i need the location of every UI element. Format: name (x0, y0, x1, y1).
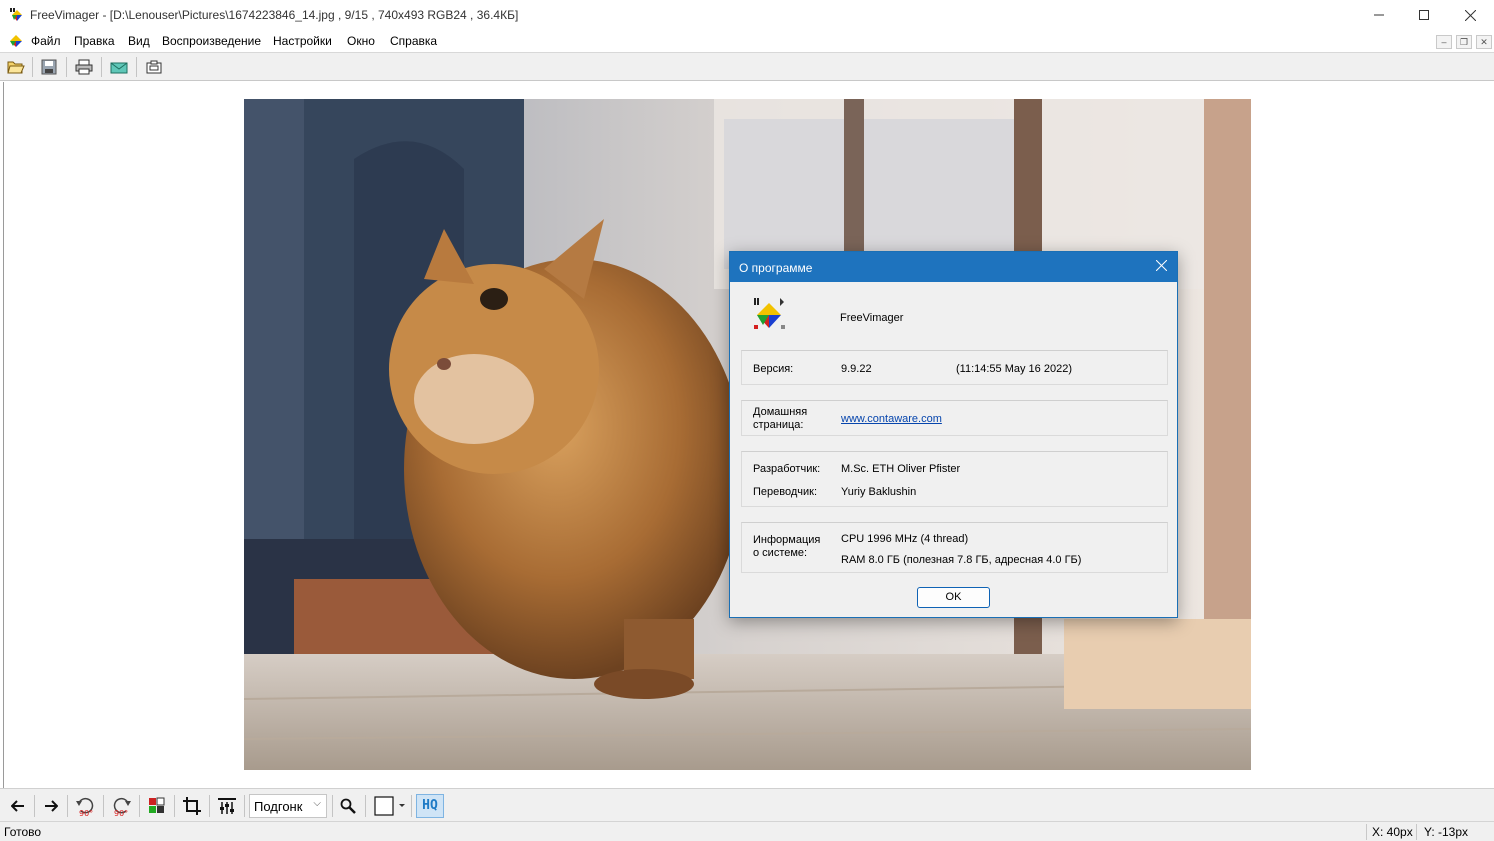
homepage-link[interactable]: www.contaware.com (841, 413, 942, 425)
menu-window[interactable]: Окно (347, 34, 375, 48)
menu-bar: Файл Правка Вид Воспроизведение Настройк… (0, 30, 1494, 52)
zoom-value: Подгонк (254, 799, 303, 814)
dialog-close-button[interactable] (1149, 255, 1173, 279)
rotate-right-button[interactable]: 90° (109, 794, 133, 818)
rotate-right-label: 90° (114, 809, 128, 817)
arrow-right-icon (45, 800, 58, 812)
mdi-minimize-button[interactable]: – (1436, 35, 1452, 49)
title-bar: FreeVimager - [D:\Lenouser\Pictures\1674… (0, 0, 1494, 30)
rotate-right-icon: 90° (113, 797, 131, 817)
arrow-left-icon (11, 800, 24, 812)
zoom-select[interactable]: Подгонк ⌵ (249, 794, 327, 818)
app-name: FreeVimager (840, 312, 904, 324)
version-box: Версия: 9.9.22 (11:14:55 May 16 2022) (741, 350, 1168, 385)
adjust-button[interactable] (215, 794, 239, 818)
screenshot-icon (146, 60, 162, 74)
main-toolbar (0, 52, 1494, 81)
credits-box: Разработчик: M.Sc. ETH Oliver Pfister Пе… (741, 451, 1168, 507)
dialog-title: О программе (739, 261, 813, 275)
crop-icon (183, 797, 201, 815)
close-icon (1155, 259, 1167, 272)
next-button[interactable] (39, 794, 63, 818)
menu-playback[interactable]: Воспроизведение (162, 34, 261, 48)
background-color-button[interactable] (372, 794, 408, 818)
version-label: Версия: (753, 363, 794, 375)
mdi-restore-button[interactable]: ❐ (1456, 35, 1472, 49)
app-logo-icon (10, 8, 22, 21)
save-button[interactable] (37, 56, 61, 78)
homepage-label: Домашняя страница: (753, 406, 808, 431)
homepage-box: Домашняя страница: www.contaware.com (741, 400, 1168, 436)
document-icon[interactable] (8, 33, 24, 49)
cursor-y: Y: -13px (1424, 825, 1469, 839)
crop-button[interactable] (180, 794, 204, 818)
menu-settings[interactable]: Настройки (273, 34, 332, 48)
chevron-down-icon: ⌵ (313, 798, 321, 809)
mdi-close-button[interactable]: ✕ (1476, 35, 1492, 49)
close-icon (1464, 9, 1476, 21)
rotate-left-button[interactable]: 90° (74, 794, 98, 818)
maximize-button[interactable] (1401, 0, 1447, 30)
sliders-icon (218, 798, 236, 814)
status-text: Готово (4, 825, 42, 839)
zoom-button[interactable] (336, 794, 360, 818)
developer-value: M.Sc. ETH Oliver Pfister (841, 463, 961, 475)
bottom-toolbar: 90° 90° Подгонк ⌵ HQ (0, 788, 1494, 821)
minimize-button[interactable] (1356, 0, 1402, 30)
minimize-icon (1374, 14, 1384, 16)
app-logo-icon (754, 298, 785, 329)
about-dialog: О программе FreeVimager Версия: 9.9.22 (… (729, 251, 1178, 618)
developer-label: Разработчик: (753, 463, 821, 475)
square-color-icon (374, 796, 405, 816)
email-button[interactable] (107, 56, 131, 78)
hq-toggle-button[interactable]: HQ (416, 794, 444, 818)
menu-edit[interactable]: Правка (74, 34, 115, 48)
cursor-x: X: 40px (1372, 825, 1413, 839)
save-icon (41, 59, 57, 75)
open-icon (7, 61, 25, 74)
cpu-info: CPU 1996 MHz (4 thread) (841, 533, 969, 545)
open-button[interactable] (4, 56, 28, 78)
status-bar: Готово X: 40px Y: -13px (0, 821, 1494, 841)
dialog-title-bar: О программе (730, 252, 1177, 282)
menu-file[interactable]: Файл (31, 34, 61, 48)
flip-button[interactable] (145, 794, 169, 818)
version-value: 9.9.22 (841, 363, 872, 375)
window-title: FreeVimager - [D:\Lenouser\Pictures\1674… (30, 8, 519, 22)
ram-info: RAM 8.0 ГБ (полезная 7.8 ГБ, адресная 4.… (841, 554, 1082, 566)
sysinfo-box: Информация о системе: CPU 1996 MHz (4 th… (741, 522, 1168, 573)
translator-value: Yuriy Baklushin (841, 486, 917, 498)
magnifier-icon (340, 798, 356, 814)
build-date: (11:14:55 May 16 2022) (956, 363, 1072, 375)
rotate-left-icon: 90° (76, 797, 94, 817)
close-button[interactable] (1447, 0, 1493, 30)
print-button[interactable] (72, 56, 96, 78)
flip-icon (149, 797, 165, 813)
maximize-icon (1419, 10, 1429, 20)
screenshot-button[interactable] (142, 56, 166, 78)
app-window: FreeVimager - [D:\Lenouser\Pictures\1674… (0, 0, 1494, 841)
rotate-left-label: 90° (79, 809, 93, 817)
previous-button[interactable] (6, 794, 30, 818)
menu-help[interactable]: Справка (390, 34, 437, 48)
email-icon (110, 62, 128, 74)
sysinfo-label: Информация о системе: (753, 534, 821, 559)
ok-button[interactable]: OK (917, 587, 990, 608)
translator-label: Переводчик: (753, 486, 818, 498)
print-icon (75, 59, 93, 75)
menu-view[interactable]: Вид (128, 34, 150, 48)
